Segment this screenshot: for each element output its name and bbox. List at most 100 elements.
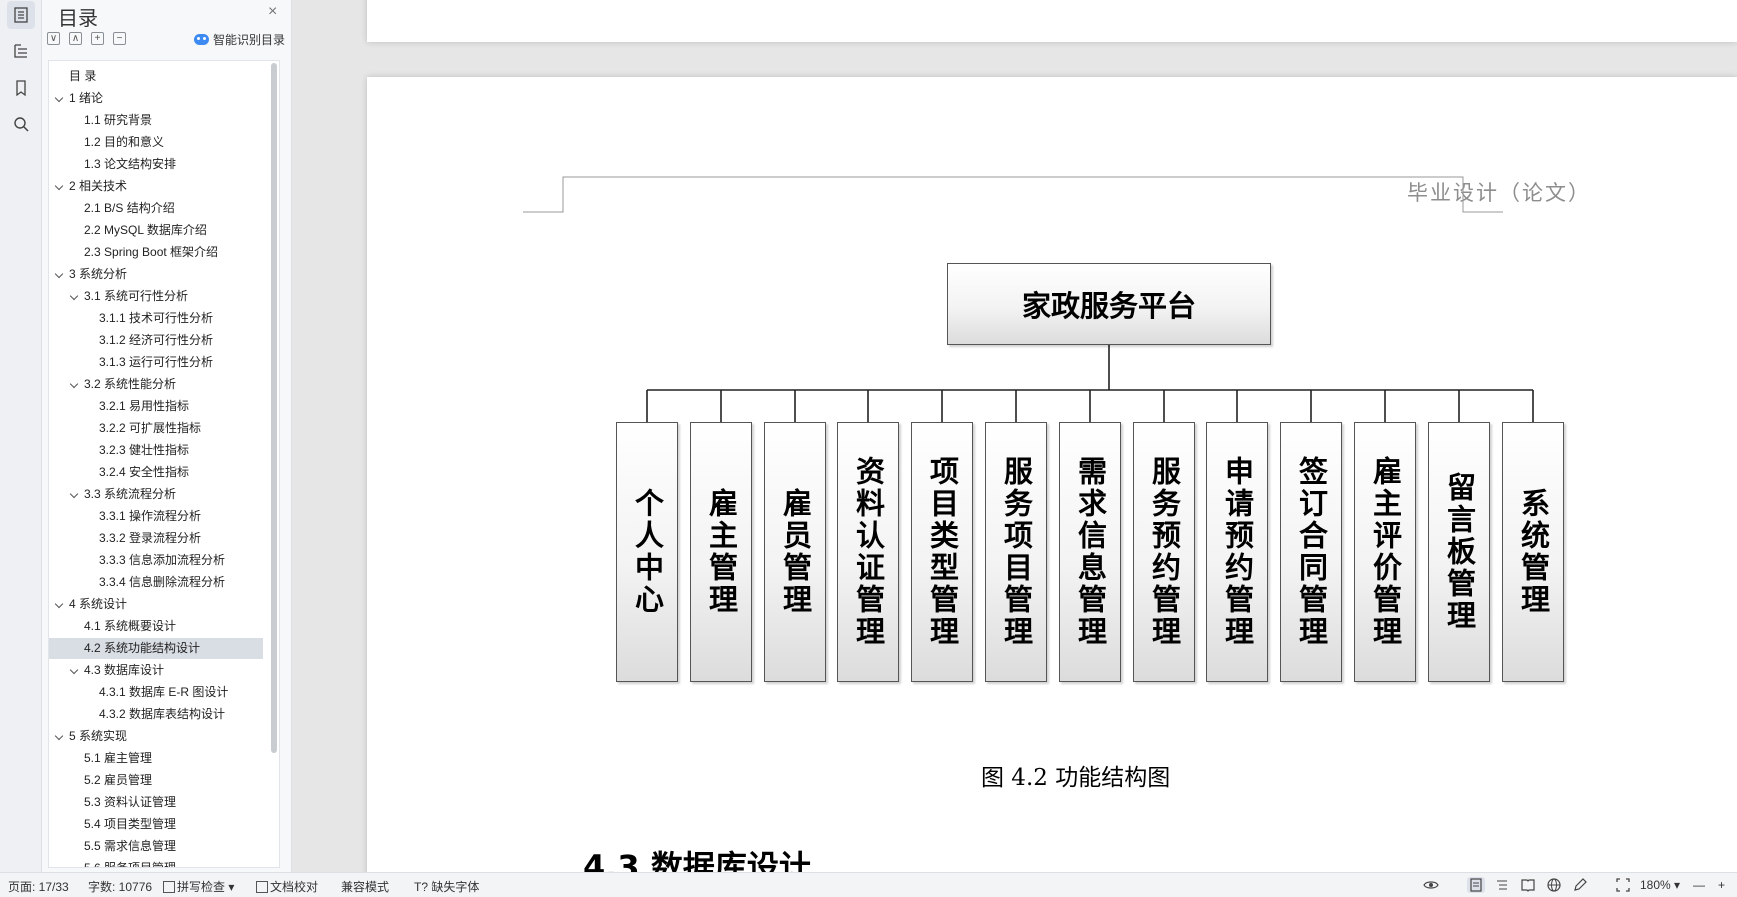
page-indicator[interactable]: 页面: 17/33 [8, 878, 69, 895]
child-node-label: 服务项目管理 [999, 456, 1034, 648]
child-node-label: 留言板管理 [1442, 472, 1477, 632]
ai-icon [194, 34, 209, 45]
child-node-label: 项目类型管理 [925, 456, 960, 648]
toc-scrollbar[interactable] [271, 63, 277, 753]
toc-item[interactable]: 3.1 系统可行性分析 [49, 286, 263, 307]
toc-item[interactable]: 3.2.1 易用性指标 [49, 396, 263, 417]
smart-toc-label: 智能识别目录 [213, 33, 286, 47]
toc-item[interactable]: 1.1 研究背景 [49, 110, 263, 131]
chevron-down-icon[interactable] [54, 599, 64, 609]
toc-item[interactable]: 3.1.3 运行可行性分析 [49, 352, 263, 373]
toc-item-label: 3 系统分析 [69, 267, 128, 281]
toc-item[interactable]: 3.2.4 安全性指标 [49, 462, 263, 483]
toc-item[interactable]: 5.6 服务项目管理 [49, 858, 263, 867]
toc-item[interactable]: 4.3.2 数据库表结构设计 [49, 704, 263, 725]
toc-item-label: 4.3.2 数据库表结构设计 [99, 707, 226, 721]
toc-item[interactable]: 2.3 Spring Boot 框架介绍 [49, 242, 263, 263]
bookmark-icon[interactable] [7, 74, 35, 102]
toc-item[interactable]: 4 系统设计 [49, 594, 263, 615]
toc-item[interactable]: 5 系统实现 [49, 726, 263, 747]
add-heading-icon[interactable]: + [91, 32, 104, 45]
outline-icon[interactable] [7, 37, 35, 65]
toc-item[interactable]: 3.2 系统性能分析 [49, 374, 263, 395]
reading-view-icon[interactable] [1519, 877, 1537, 893]
toc-item[interactable]: 3.1.1 技术可行性分析 [49, 308, 263, 329]
toc-item[interactable]: 4.3 数据库设计 [49, 660, 263, 681]
page-view-icon[interactable] [1467, 877, 1485, 893]
toc-item[interactable]: 3.1.2 经济可行性分析 [49, 330, 263, 351]
toc-item[interactable]: 1.2 目的和意义 [49, 132, 263, 153]
zoom-dropdown[interactable]: 180% ▾ [1640, 878, 1680, 892]
child-node-label: 需求信息管理 [1073, 456, 1108, 648]
toc-item[interactable]: 3.3.1 操作流程分析 [49, 506, 263, 527]
toc-item-label: 4.2 系统功能结构设计 [84, 641, 201, 655]
zoom-out-button[interactable]: — [1693, 878, 1705, 892]
collapse-all-icon[interactable]: ∨ [47, 32, 60, 45]
toc-item[interactable]: 3 系统分析 [49, 264, 263, 285]
toc-item[interactable]: 5.4 项目类型管理 [49, 814, 263, 835]
toc-item-label: 3.2 系统性能分析 [84, 377, 177, 391]
toc-item-label: 3.2.4 安全性指标 [99, 465, 190, 479]
child-node: 雇主评价管理 [1354, 422, 1416, 682]
chevron-down-icon[interactable] [69, 489, 79, 499]
toc-item[interactable]: 3.3.3 信息添加流程分析 [49, 550, 263, 571]
child-node-label: 申请预约管理 [1220, 456, 1255, 648]
toc-item-label: 1 绪论 [69, 91, 104, 105]
toc-item-label: 2.3 Spring Boot 框架介绍 [84, 245, 219, 259]
proofread-button[interactable]: 文档校对 [256, 878, 318, 895]
toc-item[interactable]: 3.2.2 可扩展性指标 [49, 418, 263, 439]
search-icon[interactable] [7, 110, 35, 138]
pen-icon[interactable] [1571, 877, 1589, 893]
document-area[interactable]: 毕业设计（论文） 家政服务平台 个人中心 雇主管理 雇员管理 资料认证管理 项目类型管理… [293, 0, 1737, 872]
toc-item[interactable]: 5.3 资料认证管理 [49, 792, 263, 813]
toc-icon[interactable] [7, 1, 35, 29]
web-view-icon[interactable] [1545, 877, 1563, 893]
compat-mode[interactable]: 兼容模式 [341, 878, 389, 895]
toc-item[interactable]: 2.2 MySQL 数据库介绍 [49, 220, 263, 241]
toc-item[interactable]: 4.1 系统概要设计 [49, 616, 263, 637]
expand-up-icon[interactable]: ∧ [69, 32, 82, 45]
toc-item[interactable]: 5.1 雇主管理 [49, 748, 263, 769]
toc-item[interactable]: 3.3 系统流程分析 [49, 484, 263, 505]
chevron-down-icon[interactable] [54, 93, 64, 103]
word-count[interactable]: 字数: 10776 [88, 878, 152, 895]
toc-item[interactable]: 5.5 需求信息管理 [49, 836, 263, 857]
chevron-down-icon[interactable] [54, 731, 64, 741]
toc-item[interactable]: 4.2 系统功能结构设计 [49, 638, 263, 659]
chevron-down-icon[interactable] [54, 181, 64, 191]
toc-item[interactable]: 5.2 雇员管理 [49, 770, 263, 791]
chevron-down-icon[interactable] [69, 379, 79, 389]
outline-view-icon[interactable] [1493, 877, 1511, 893]
toc-item[interactable]: 4.3.1 数据库 E-R 图设计 [49, 682, 263, 703]
toc-item[interactable]: 3.3.4 信息删除流程分析 [49, 572, 263, 593]
toc-item[interactable]: 1 绪论 [49, 88, 263, 109]
toc-item[interactable]: 1.3 论文结构安排 [49, 154, 263, 175]
chevron-down-icon[interactable] [54, 269, 64, 279]
status-bar: 页面: 17/33 字数: 10776 拼写检查 ▾ 文档校对 兼容模式 T? … [0, 872, 1737, 897]
eye-icon[interactable] [1422, 877, 1440, 893]
fit-page-icon[interactable] [1614, 877, 1632, 893]
zoom-in-button[interactable]: + [1718, 878, 1725, 892]
child-node: 雇主管理 [690, 422, 752, 682]
chevron-down-icon[interactable] [69, 665, 79, 675]
toc-item-label: 5 系统实现 [69, 729, 128, 743]
child-node: 雇员管理 [764, 422, 826, 682]
previous-page [367, 0, 1737, 42]
toc-item[interactable]: 3.2.3 健壮性指标 [49, 440, 263, 461]
spell-check-button[interactable]: 拼写检查 ▾ [163, 878, 234, 895]
toc-item-label: 3.1.2 经济可行性分析 [99, 333, 214, 347]
toc-item-label: 5.2 雇员管理 [84, 773, 153, 787]
zoom-level: 180% [1640, 878, 1671, 892]
toc-item[interactable]: 2.1 B/S 结构介绍 [49, 198, 263, 219]
close-icon[interactable]: × [268, 3, 277, 21]
toc-item[interactable]: 3.3.2 登录流程分析 [49, 528, 263, 549]
missing-font-button[interactable]: T? 缺失字体 [414, 878, 479, 895]
toc-item[interactable]: 2 相关技术 [49, 176, 263, 197]
chevron-down-icon[interactable] [69, 291, 79, 301]
smart-toc-button[interactable]: 智能识别目录 [194, 31, 285, 48]
child-node: 服务预约管理 [1133, 422, 1195, 682]
toc-item[interactable]: 目 录 [49, 66, 263, 87]
toc-item-label: 3.3.4 信息删除流程分析 [99, 575, 226, 589]
remove-heading-icon[interactable]: − [113, 32, 126, 45]
toc-item-label: 5.4 项目类型管理 [84, 817, 177, 831]
